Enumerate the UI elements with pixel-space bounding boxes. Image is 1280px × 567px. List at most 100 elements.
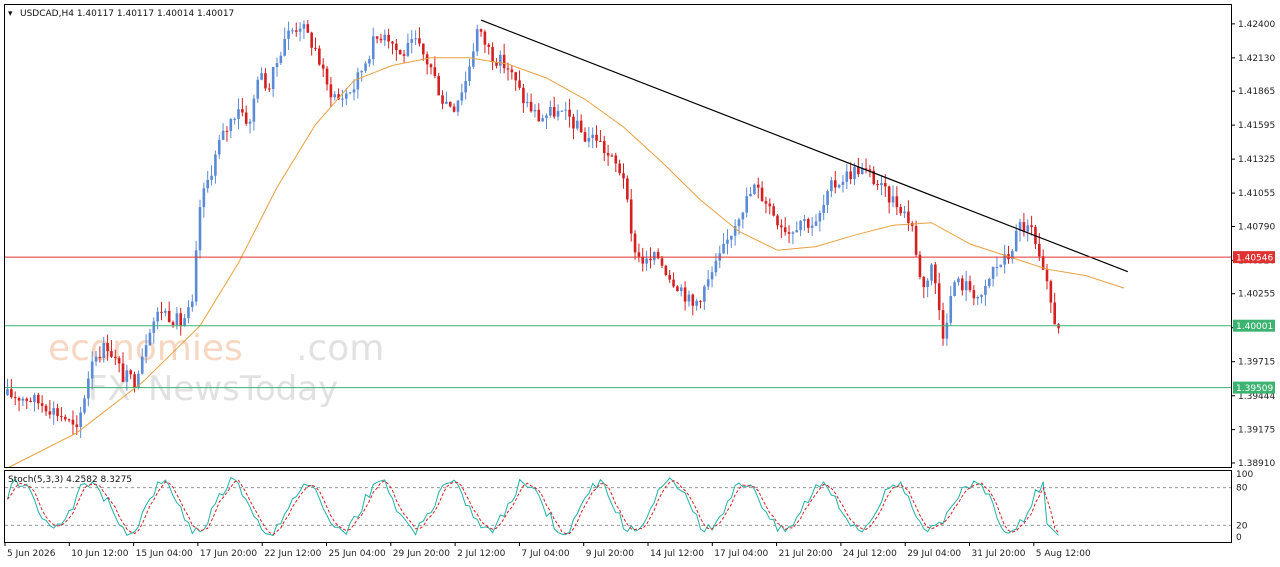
candle-body[interactable] [887,186,891,203]
candle-body[interactable] [953,282,956,296]
candle-body[interactable] [618,163,621,174]
candle-body[interactable] [79,412,82,428]
candle-body[interactable] [841,181,845,186]
candle-body[interactable] [325,68,329,85]
candle-body[interactable] [94,357,98,362]
candle-body[interactable] [964,281,968,291]
candle-body[interactable] [60,416,63,418]
candle-body[interactable] [560,110,564,112]
candle-body[interactable] [368,59,371,64]
candle-body[interactable] [772,206,775,216]
candle-body[interactable] [475,29,479,52]
candle-body[interactable] [934,264,937,284]
candle-body[interactable] [653,252,656,261]
candle-body[interactable] [441,95,444,104]
candle-body[interactable] [371,36,375,60]
candle-body[interactable] [406,42,410,56]
candle-body[interactable] [1053,302,1056,325]
candle-body[interactable] [629,199,633,234]
candle-body[interactable] [791,232,795,234]
candle-body[interactable] [102,342,106,358]
candle-body[interactable] [452,106,456,112]
candle-body[interactable] [799,220,802,231]
candle-body[interactable] [610,155,614,157]
candle-body[interactable] [152,321,156,333]
candle-body[interactable] [907,211,910,223]
candle-body[interactable] [187,307,190,319]
candle-body[interactable] [422,43,425,55]
candle-body[interactable] [683,287,687,302]
candle-body[interactable] [949,295,953,323]
candle-body[interactable] [937,283,941,311]
candle-body[interactable] [375,36,379,39]
candle-body[interactable] [749,193,752,197]
trading-chart[interactable]: economies .com FX NewsToday ▾ USDCAD,H4 … [0,0,1280,567]
candle-body[interactable] [160,311,163,313]
candle-body[interactable] [876,184,879,186]
candle-body[interactable] [133,374,136,388]
candle-body[interactable] [1014,230,1018,251]
candle-body[interactable] [63,416,67,420]
candle-body[interactable] [695,300,698,306]
candle-body[interactable] [845,171,849,182]
candle-body[interactable] [302,24,306,29]
candle-body[interactable] [633,233,637,253]
candle-body[interactable] [13,397,17,399]
candle-body[interactable] [198,207,202,251]
candle-body[interactable] [506,68,510,70]
candle-body[interactable] [914,226,918,255]
candle-body[interactable] [329,84,333,98]
candle-body[interactable] [537,109,541,122]
candle-body[interactable] [776,215,779,226]
candle-body[interactable] [518,80,521,88]
candle-body[interactable] [783,227,787,233]
candle-body[interactable] [807,219,810,228]
candle-body[interactable] [164,310,167,313]
candle-body[interactable] [626,178,629,200]
candle-body[interactable] [760,187,764,202]
candle-body[interactable] [722,243,725,254]
candle-body[interactable] [121,363,125,382]
candle-body[interactable] [1045,269,1049,282]
candle-body[interactable] [987,278,991,286]
candle-body[interactable] [214,154,217,176]
candle-body[interactable] [891,196,895,203]
candle-body[interactable] [306,24,310,33]
candle-body[interactable] [237,109,240,119]
candle-body[interactable] [206,179,209,189]
candle-body[interactable] [980,294,983,297]
candle-body[interactable] [945,322,949,339]
candle-body[interactable] [248,121,252,124]
candle-body[interactable] [880,183,883,186]
candle-body[interactable] [745,196,748,213]
candle-body[interactable] [294,30,298,32]
candle-body[interactable] [803,219,806,221]
candle-body[interactable] [260,73,263,80]
candle-body[interactable] [314,47,317,49]
candle-body[interactable] [233,118,236,120]
candle-body[interactable] [895,196,899,208]
candle-body[interactable] [29,400,32,403]
candle-body[interactable] [425,54,429,65]
candle-body[interactable] [926,280,929,288]
candle-body[interactable] [768,203,772,207]
candle-body[interactable] [114,356,117,359]
candle-body[interactable] [391,41,394,44]
candle-body[interactable] [714,260,718,273]
candle-body[interactable] [194,250,198,302]
candle-body[interactable] [576,120,579,129]
candle-body[interactable] [379,38,383,41]
candle-body[interactable] [710,272,714,280]
candle-body[interactable] [225,130,229,132]
candle-body[interactable] [202,188,206,208]
candle-body[interactable] [410,39,414,43]
candle-body[interactable] [283,38,286,56]
candle-body[interactable] [991,267,995,279]
candle-body[interactable] [645,258,648,264]
candle-body[interactable] [726,239,729,244]
candle-body[interactable] [826,191,829,205]
candle-body[interactable] [179,313,183,326]
dropdown-triangle-icon[interactable]: ▾ [8,9,13,19]
candle-body[interactable] [922,276,926,288]
candle-body[interactable] [17,398,21,401]
